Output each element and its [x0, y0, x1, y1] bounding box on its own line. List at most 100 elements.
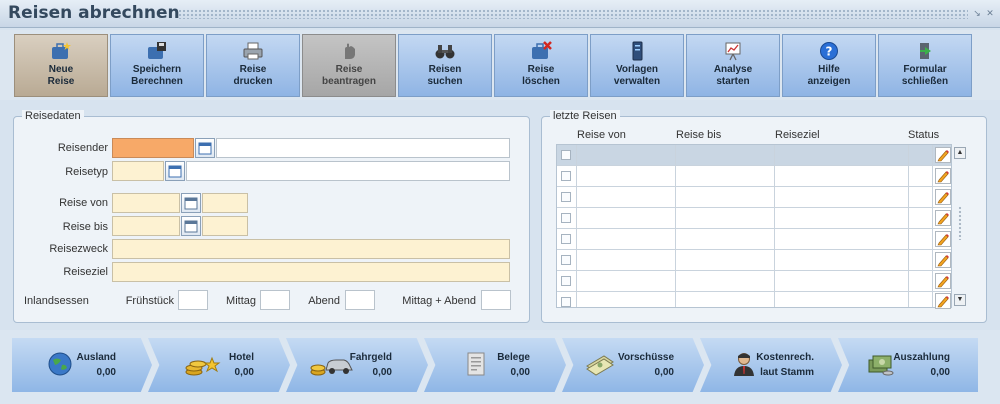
- print-button[interactable]: Reise drucken: [206, 34, 300, 97]
- new-trip-icon: [52, 42, 71, 59]
- person-icon: [734, 353, 754, 376]
- reise-bis-date-input[interactable]: [112, 216, 180, 236]
- window-title: Reisen abrechnen: [8, 3, 180, 23]
- table-row-checkbox[interactable]: [561, 150, 571, 160]
- reise-bis-calendar-button[interactable]: [181, 216, 201, 236]
- nav-hotel[interactable]: Hotel 0,00: [148, 338, 290, 392]
- reiseziel-input[interactable]: [112, 262, 510, 282]
- coins-stars-icon: [185, 356, 221, 376]
- edit-row-button[interactable]: [935, 293, 951, 309]
- table-row-checkbox[interactable]: [561, 297, 571, 307]
- reise-von-time-input[interactable]: [202, 193, 248, 213]
- abend-input[interactable]: [345, 290, 375, 310]
- server-icon: [632, 41, 643, 61]
- table-row-checkbox[interactable]: [561, 255, 571, 265]
- reisetyp-label: Reisetyp: [65, 166, 108, 178]
- reisezweck-input[interactable]: [112, 239, 510, 259]
- reise-bis-time-input[interactable]: [202, 216, 248, 236]
- nav-belege[interactable]: Belege 0,00: [424, 338, 566, 392]
- mittag-input[interactable]: [260, 290, 290, 310]
- car-coins-icon: [310, 359, 353, 376]
- calendar-icon: [184, 220, 198, 233]
- scroll-down-icon[interactable]: ▼: [954, 294, 966, 306]
- exit-door-icon: [920, 43, 931, 59]
- delete-trip-button[interactable]: Reise löschen: [494, 34, 588, 97]
- binoculars-icon: [435, 45, 455, 59]
- fruehstueck-label: Frühstück: [125, 295, 174, 307]
- pencil-icon: [937, 234, 949, 246]
- table-row-checkbox[interactable]: [561, 234, 571, 244]
- nav-vorschuesse[interactable]: Vorschüsse 0,00: [562, 338, 704, 392]
- mittag-abend-input[interactable]: [481, 290, 511, 310]
- request-trip-button[interactable]: Reise beantragen: [302, 34, 396, 97]
- table-row-checkbox[interactable]: [561, 213, 571, 223]
- edit-row-button[interactable]: [935, 147, 951, 163]
- banknotes-icon: [586, 355, 614, 376]
- search-trips-button[interactable]: Reisen suchen: [398, 34, 492, 97]
- cash-icon: [868, 355, 894, 376]
- chart-board-icon: [725, 42, 741, 61]
- globe-icon: [48, 352, 72, 376]
- reisender-name-input[interactable]: [216, 138, 510, 158]
- minimize-icon[interactable]: ↘: [972, 8, 982, 18]
- summary-nav: Ausland 0,00 Hotel 0,00 Fahrgeld 0,00 Be…: [0, 330, 1000, 404]
- scroll-grip[interactable]: [958, 206, 962, 240]
- help-button[interactable]: ? Hilfe anzeigen: [782, 34, 876, 97]
- edit-row-button[interactable]: [935, 252, 951, 268]
- pencil-icon: [937, 150, 949, 162]
- col-header-status[interactable]: Status: [908, 129, 939, 141]
- reisetyp-lookup-button[interactable]: [165, 161, 185, 181]
- reisender-input[interactable]: [112, 138, 194, 158]
- pencil-icon: [937, 213, 949, 225]
- pencil-icon: [937, 171, 949, 183]
- title-bar: Reisen abrechnen ↘ ✕: [0, 0, 1000, 28]
- pencil-icon: [937, 296, 949, 308]
- edit-row-button[interactable]: [935, 168, 951, 184]
- reisetyp-text-input[interactable]: [186, 161, 510, 181]
- col-header-reise-von[interactable]: Reise von: [577, 129, 626, 141]
- mittag-abend-label: Mittag + Abend: [402, 295, 476, 307]
- pencil-icon: [937, 192, 949, 204]
- reise-von-date-input[interactable]: [112, 193, 180, 213]
- close-form-button[interactable]: Formular schließen: [878, 34, 972, 97]
- pencil-icon: [937, 255, 949, 267]
- abend-label: Abend: [308, 295, 340, 307]
- nav-fahrgeld[interactable]: Fahrgeld 0,00: [286, 338, 428, 392]
- title-pattern: [178, 9, 968, 19]
- reisender-label: Reisender: [57, 142, 108, 154]
- edit-row-button[interactable]: [935, 273, 951, 289]
- manage-templates-button[interactable]: Vorlagen verwalten: [590, 34, 684, 97]
- scroll-up-icon[interactable]: ▲: [954, 147, 966, 159]
- edit-row-button[interactable]: [935, 189, 951, 205]
- reise-bis-label: Reise bis: [62, 221, 108, 233]
- table-row-checkbox[interactable]: [561, 171, 571, 181]
- col-header-reiseziel[interactable]: Reiseziel: [775, 129, 820, 141]
- calendar-icon: [198, 142, 212, 155]
- nav-ausland[interactable]: Ausland 0,00: [12, 338, 152, 392]
- edit-row-button[interactable]: [935, 231, 951, 247]
- pencil-icon: [937, 276, 949, 288]
- new-trip-button[interactable]: Neue Reise: [14, 34, 108, 97]
- save-button[interactable]: Speichern Berechnen: [110, 34, 204, 97]
- recent-trips-table: [556, 144, 952, 309]
- reisetyp-input[interactable]: [112, 161, 164, 181]
- reisezweck-label: Reisezweck: [49, 243, 108, 255]
- start-analysis-button[interactable]: Analyse starten: [686, 34, 780, 97]
- close-icon[interactable]: ✕: [985, 8, 995, 18]
- reisender-lookup-button[interactable]: [195, 138, 215, 158]
- nav-auszahlung[interactable]: Auszahlung 0,00: [838, 338, 978, 392]
- reisedaten-legend: Reisedaten: [22, 110, 84, 122]
- reise-von-calendar-button[interactable]: [181, 193, 201, 213]
- inlandsessen-label: Inlandsessen: [24, 295, 89, 307]
- mittag-label: Mittag: [226, 295, 256, 307]
- edit-row-button[interactable]: [935, 210, 951, 226]
- table-header-row: [557, 145, 951, 165]
- nav-kostenrechnung[interactable]: Kostenrech. laut Stamm: [700, 338, 842, 392]
- fruehstueck-input[interactable]: [178, 290, 208, 310]
- table-row-checkbox[interactable]: [561, 276, 571, 286]
- col-header-reise-bis[interactable]: Reise bis: [676, 129, 721, 141]
- table-scrollbar[interactable]: ▲ ▼: [954, 144, 966, 308]
- help-icon: ?: [820, 42, 838, 60]
- table-row-checkbox[interactable]: [561, 192, 571, 202]
- calendar-icon: [168, 165, 182, 178]
